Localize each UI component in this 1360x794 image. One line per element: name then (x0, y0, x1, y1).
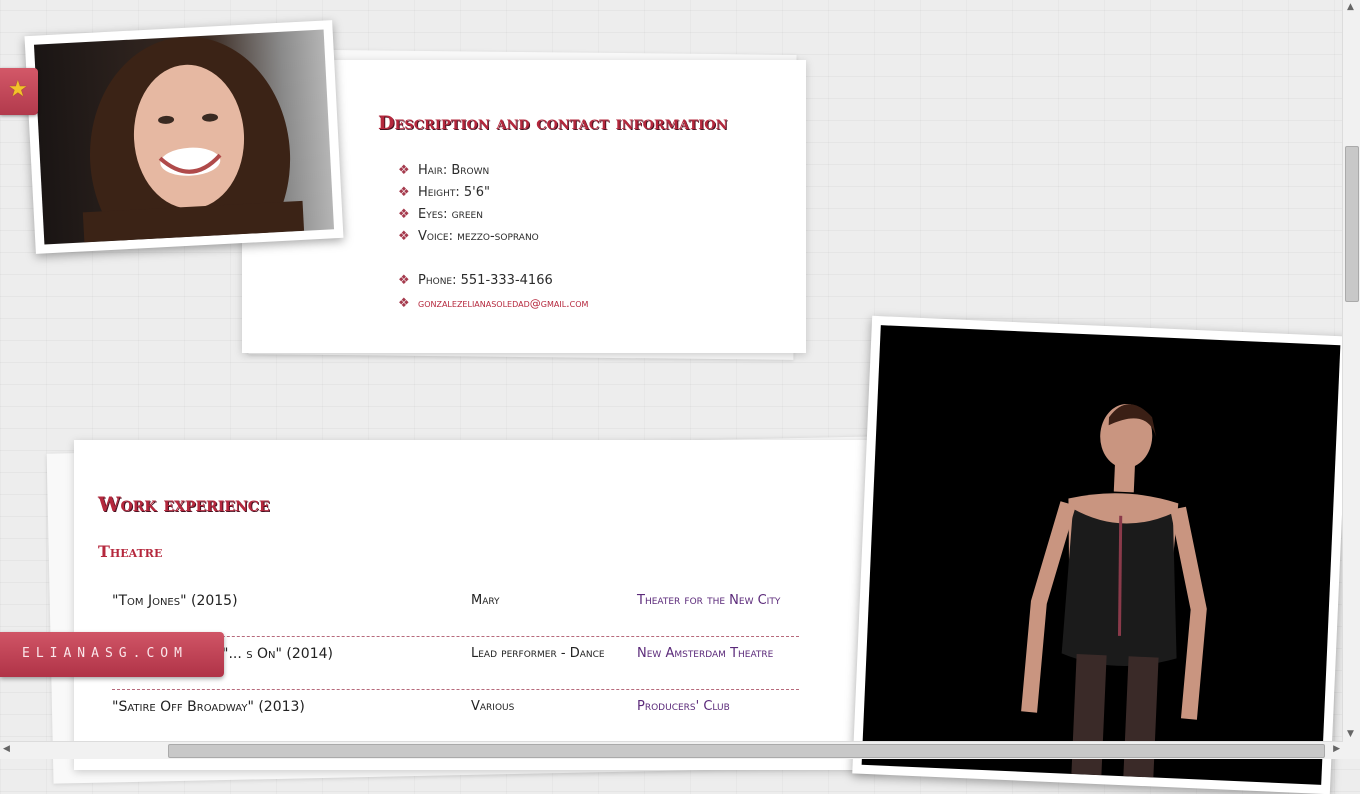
venue-link[interactable]: Producers' Club (637, 699, 730, 714)
bullet-icon: ❖ (398, 273, 410, 288)
site-badge[interactable]: ELIANASG.COM (0, 632, 224, 677)
horizontal-scroll-thumb[interactable] (168, 744, 1325, 758)
favorite-tab[interactable]: ★ (0, 68, 38, 115)
scroll-left-arrow[interactable]: ◀ (3, 744, 10, 754)
phone-item: ❖ Phone: 551-333-4166 (398, 273, 553, 288)
vertical-scroll-thumb[interactable] (1345, 146, 1359, 302)
table-row: "Tom Jones" (2015) Mary Theater for the … (112, 583, 799, 637)
venue-link[interactable]: Theater for the New City (637, 593, 780, 608)
scroll-down-arrow[interactable]: ▼ (1347, 729, 1354, 739)
headshot-photo (24, 20, 344, 254)
email-link[interactable]: gonzalezelianasoledad@gmail.com (418, 297, 588, 310)
eyes-item: ❖ Eyes: green (398, 207, 483, 222)
bullet-icon: ❖ (398, 296, 410, 311)
table-row: "Satire Off Broadway" (2013) Various Pro… (112, 689, 799, 743)
height-item: ❖ Height: 5'6" (398, 185, 490, 200)
role-cell: Lead performer - Dance (471, 646, 605, 661)
show-cell: "Tom Jones" (2015) (112, 593, 238, 609)
show-cell: "Satire Off Broadway" (2013) (112, 699, 305, 715)
voice-item: ❖ Voice: mezzo-soprano (398, 229, 539, 244)
bullet-icon: ❖ (398, 185, 410, 200)
theatre-heading: Theatre (98, 542, 163, 561)
horizontal-scrollbar[interactable]: ◀ ▶ (0, 741, 1343, 759)
scroll-up-arrow[interactable]: ▲ (1347, 2, 1354, 12)
bullet-icon: ❖ (398, 229, 410, 244)
hair-item: ❖ Hair: Brown (398, 163, 490, 178)
performance-photo (852, 315, 1350, 794)
venue-link[interactable]: New Amsterdam Theatre (637, 646, 773, 661)
work-title: Work experience (98, 492, 270, 516)
vertical-scrollbar[interactable]: ▲ ▼ (1342, 0, 1360, 759)
bullet-icon: ❖ (398, 163, 410, 178)
show-cell: "... s On" (2014) (222, 646, 333, 662)
site-badge-label: ELIANASG.COM (22, 646, 188, 661)
email-item: ❖ gonzalezelianasoledad@gmail.com (398, 296, 588, 316)
star-icon: ★ (8, 77, 28, 102)
description-title: Description and contact information (378, 112, 728, 134)
role-cell: Various (471, 699, 515, 714)
scroll-right-arrow[interactable]: ▶ (1333, 744, 1340, 754)
role-cell: Mary (471, 593, 500, 608)
bullet-icon: ❖ (398, 207, 410, 222)
